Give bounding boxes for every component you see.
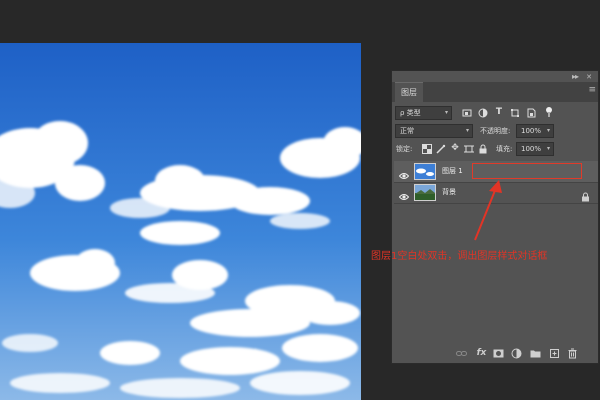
new-layer-icon[interactable] (549, 348, 560, 359)
annotation-text: 图层1空白处双击，调出图层样式对话框 (371, 251, 548, 262)
opacity-value: 100% (521, 127, 542, 135)
blend-row: 正常 ▾ 不透明度: 100% ▾ (392, 124, 598, 140)
lock-all-icon[interactable] (478, 144, 488, 154)
filter-toggle-icon[interactable] (544, 106, 554, 117)
fx-icon[interactable]: fx (476, 348, 487, 359)
opacity-label: 不透明度: (480, 127, 511, 135)
chevron-down-icon: ▾ (444, 109, 448, 116)
filter-pixel-icon[interactable] (462, 108, 472, 118)
fill-field[interactable]: 100% ▾ (516, 142, 554, 156)
lock-transparent-icon[interactable] (422, 144, 432, 154)
filter-kind-dropdown[interactable]: ρ 类型 ▾ (395, 106, 452, 120)
opacity-field[interactable]: 100% ▾ (516, 124, 554, 138)
panel-menu-icon[interactable]: ≡ (588, 85, 595, 95)
lock-image-pixels-icon[interactable] (436, 144, 446, 154)
blend-mode-dropdown[interactable]: 正常 ▾ (395, 124, 473, 138)
panel-footer: fx (392, 345, 598, 363)
panel-header: ▸▸ ✕ 图层 ≡ (392, 71, 598, 103)
tab-layers[interactable]: 图层 (395, 82, 423, 103)
lock-artboard-icon[interactable] (464, 144, 474, 154)
layer-name[interactable]: 图层 1 (442, 161, 463, 182)
add-mask-icon[interactable] (493, 348, 504, 359)
fill-label: 填充: (496, 145, 513, 153)
adjustment-layer-icon[interactable] (511, 348, 522, 359)
link-layers-icon[interactable] (456, 348, 467, 359)
visibility-eye-icon[interactable] (398, 187, 410, 200)
lock-position-icon[interactable]: ✥ (450, 143, 460, 153)
filter-smart-object-icon[interactable] (526, 108, 536, 118)
highlight-box (472, 163, 582, 179)
blend-mode-value: 正常 (400, 127, 414, 135)
fill-value: 100% (521, 145, 542, 153)
filter-kind-label: ρ 类型 (400, 109, 421, 117)
layer-name[interactable]: 背景 (442, 182, 456, 203)
folder-icon[interactable] (530, 348, 541, 359)
chevron-down-icon: ▾ (546, 145, 550, 152)
chevron-down-icon: ▾ (465, 127, 469, 134)
chevron-down-icon: ▾ (546, 127, 550, 134)
annotation-arrow (474, 180, 502, 241)
canvas-image[interactable] (0, 43, 361, 400)
close-panel-icon[interactable]: ✕ (586, 73, 592, 81)
layer-thumbnail-landscape (414, 184, 436, 201)
filter-shape-icon[interactable] (510, 108, 520, 118)
layer-thumbnail-sky (414, 163, 436, 180)
trash-icon[interactable] (567, 348, 578, 359)
layer-lock-icon[interactable] (581, 187, 590, 202)
filter-adjustment-icon[interactable] (478, 108, 488, 118)
lock-row: 锁定: ✥ 填充: 100% ▾ (392, 142, 598, 158)
lock-label: 锁定: (396, 145, 413, 153)
filter-type-icon[interactable]: T (494, 107, 504, 117)
filter-row: ρ 类型 ▾ T (392, 106, 598, 122)
sky-photo (0, 43, 361, 400)
visibility-eye-icon[interactable] (398, 166, 410, 179)
collapse-icon[interactable]: ▸▸ (572, 72, 579, 81)
